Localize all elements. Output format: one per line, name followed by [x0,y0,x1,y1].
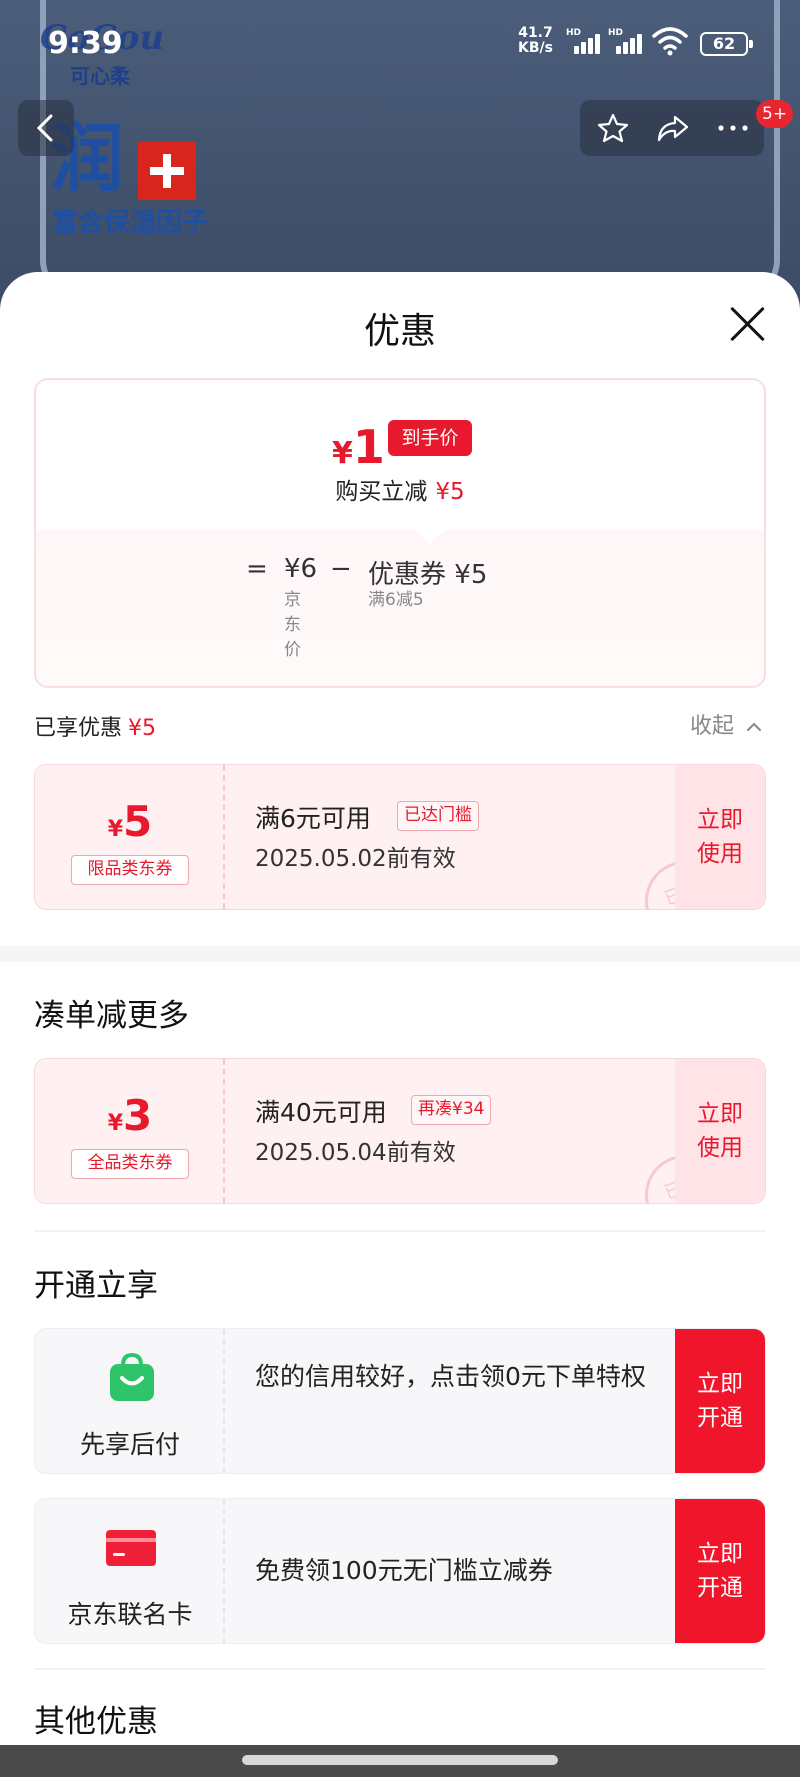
price-top: ¥1 到手价 购买立减 ¥5 [36,380,764,530]
battery-icon: 62 [700,32,753,56]
service-name: 京东联名卡 [67,1600,193,1629]
use-now-button[interactable]: 立即 使用 [675,765,765,909]
coupon-condition: 满40元可用 [255,1098,387,1127]
cell-signal-icon: HD [566,28,602,54]
coupon-validity: 2025.05.04前有效 [255,1140,456,1166]
coupon-amount: ¥3 [35,1091,225,1140]
open-now-button[interactable]: 立即 开通 [675,1499,765,1643]
coupon-amount-value: 3 [123,1091,153,1140]
plus-icon [138,142,196,200]
jd-price-label-char: 京 [284,590,301,610]
use-now-label: 使用 [697,841,743,867]
more-icon [718,125,748,131]
share-icon [657,115,689,142]
close-button[interactable] [728,304,768,344]
top-action-group [580,100,764,156]
coupon-card[interactable]: ¥3 全品类东券 满40元可用 再凑¥34 2025.05.04前有效 已领 立… [34,1058,766,1204]
service-icon-area: 京东联名卡 [35,1499,225,1643]
open-now-button[interactable]: 立即 开通 [675,1329,765,1473]
service-description: 免费领100元无门槛立减券 [255,1556,553,1585]
open-now-label: 开通 [697,1575,743,1601]
jd-price-label: 京 东 价 [284,588,301,663]
message-count-badge: 5+ [756,100,794,128]
wifi-icon [652,27,688,56]
discount-sheet: 优惠 ¥1 到手价 购买立减 ¥5 = ¥6 京 东 价 − 优惠券 ¥5 满6减… [0,272,800,1777]
final-price: ¥1 [332,420,385,474]
service-icon-area: 先享后付 [35,1329,225,1473]
enjoyed-discount-label: 已享优惠 [34,716,123,741]
jd-price: ¥6 [284,554,318,584]
section-title-more-savings: 凑单减更多 [34,998,189,1034]
coupon-status-tag: 已达门槛 [397,801,479,831]
credit-card-icon [106,1530,156,1566]
divider [34,1230,766,1232]
final-price-value: 1 [352,420,385,474]
network-speed: 41.7 KB/s [518,26,553,56]
status-bar: 9:39 41.7 KB/s HD HD 62 [0,0,800,90]
more-button[interactable] [704,100,762,156]
final-price-tag: 到手价 [388,420,472,456]
coupon-amount-value: 5 [123,797,153,846]
chevron-left-icon [36,114,53,142]
home-indicator[interactable] [242,1755,558,1765]
coupon-amount: ¥5 [35,797,225,846]
coupon-validity: 2025.05.02前有效 [255,846,456,872]
enjoyed-discount-value: ¥5 [128,716,157,741]
service-card-pay-later[interactable]: 先享后付 您的信用较好，点击领0元下单特权 立即 开通 [34,1328,766,1474]
use-now-button[interactable]: 立即 使用 [675,1059,765,1203]
service-description: 您的信用较好，点击领0元下单特权 [255,1362,646,1391]
open-now-label: 立即 [697,1541,743,1567]
open-now-label: 开通 [697,1405,743,1431]
hd-label: HD [608,28,624,38]
hd-label: HD [566,28,582,38]
coupon-type-tag: 全品类东券 [71,1149,189,1179]
share-button[interactable] [644,100,702,156]
enjoyed-discount: 已享优惠 ¥5 [34,710,156,742]
coupon-status-tag: 再凑¥34 [411,1095,492,1125]
instant-save-line: 购买立减 ¥5 [36,472,764,506]
coupon-deduction: 优惠券 ¥5 [368,554,487,591]
section-separator [0,946,800,962]
coupon-type-tag: 限品类东券 [71,855,189,885]
chevron-up-icon [747,722,762,731]
section-title-other: 其他优惠 [34,1704,158,1740]
use-now-label: 立即 [697,807,743,833]
cell-signal-icon: HD [608,28,644,54]
favorite-button[interactable] [584,100,642,156]
coupon-currency: ¥ [107,1111,124,1136]
use-now-label: 使用 [697,1135,743,1161]
service-name: 先享后付 [79,1430,180,1459]
equals-sign: = [246,554,268,584]
coupon-currency: ¥ [107,817,124,842]
product-feature-text: 富含保湿因子 [52,208,209,238]
divider [34,1668,766,1670]
jd-price-label-char: 价 [284,640,301,660]
instant-save-value: ¥5 [435,479,465,505]
price-summary-card: ¥1 到手价 购买立减 ¥5 = ¥6 京 东 价 − 优惠券 ¥5 满6减5 [34,378,766,688]
minus-sign: − [330,554,352,584]
final-price-currency: ¥ [332,436,353,471]
status-time: 9:39 [48,26,123,61]
coupon-condition: 满6元可用 [255,804,371,833]
jd-price-label-char: 东 [284,615,301,635]
use-now-label: 立即 [697,1101,743,1127]
collapse-label: 收起 [690,714,735,739]
network-speed-unit: KB/s [518,40,553,56]
sheet-title: 优惠 [363,311,436,352]
back-button[interactable] [18,100,74,156]
shopping-bag-icon [110,1352,154,1401]
collapse-toggle[interactable]: 收起 [690,708,763,740]
service-card-jd-card[interactable]: 京东联名卡 免费领100元无门槛立减券 立即 开通 [34,1498,766,1644]
coupon-rule: 满6减5 [368,590,424,610]
coupon-amount-area: ¥5 限品类东券 [35,765,225,909]
coupon-amount-area: ¥3 全品类东券 [35,1059,225,1203]
open-now-label: 立即 [697,1371,743,1397]
instant-save-label: 购买立减 [335,479,428,505]
coupon-deduction-label: 优惠券 [368,560,447,590]
coupon-card[interactable]: ¥5 限品类东券 满6元可用 已达门槛 2025.05.02前有效 已领 立即 … [34,764,766,910]
star-icon [597,113,629,143]
coupon-deduction-value: ¥5 [454,560,488,590]
network-speed-value: 41.7 [518,25,553,41]
section-title-open-enjoy: 开通立享 [34,1268,158,1304]
